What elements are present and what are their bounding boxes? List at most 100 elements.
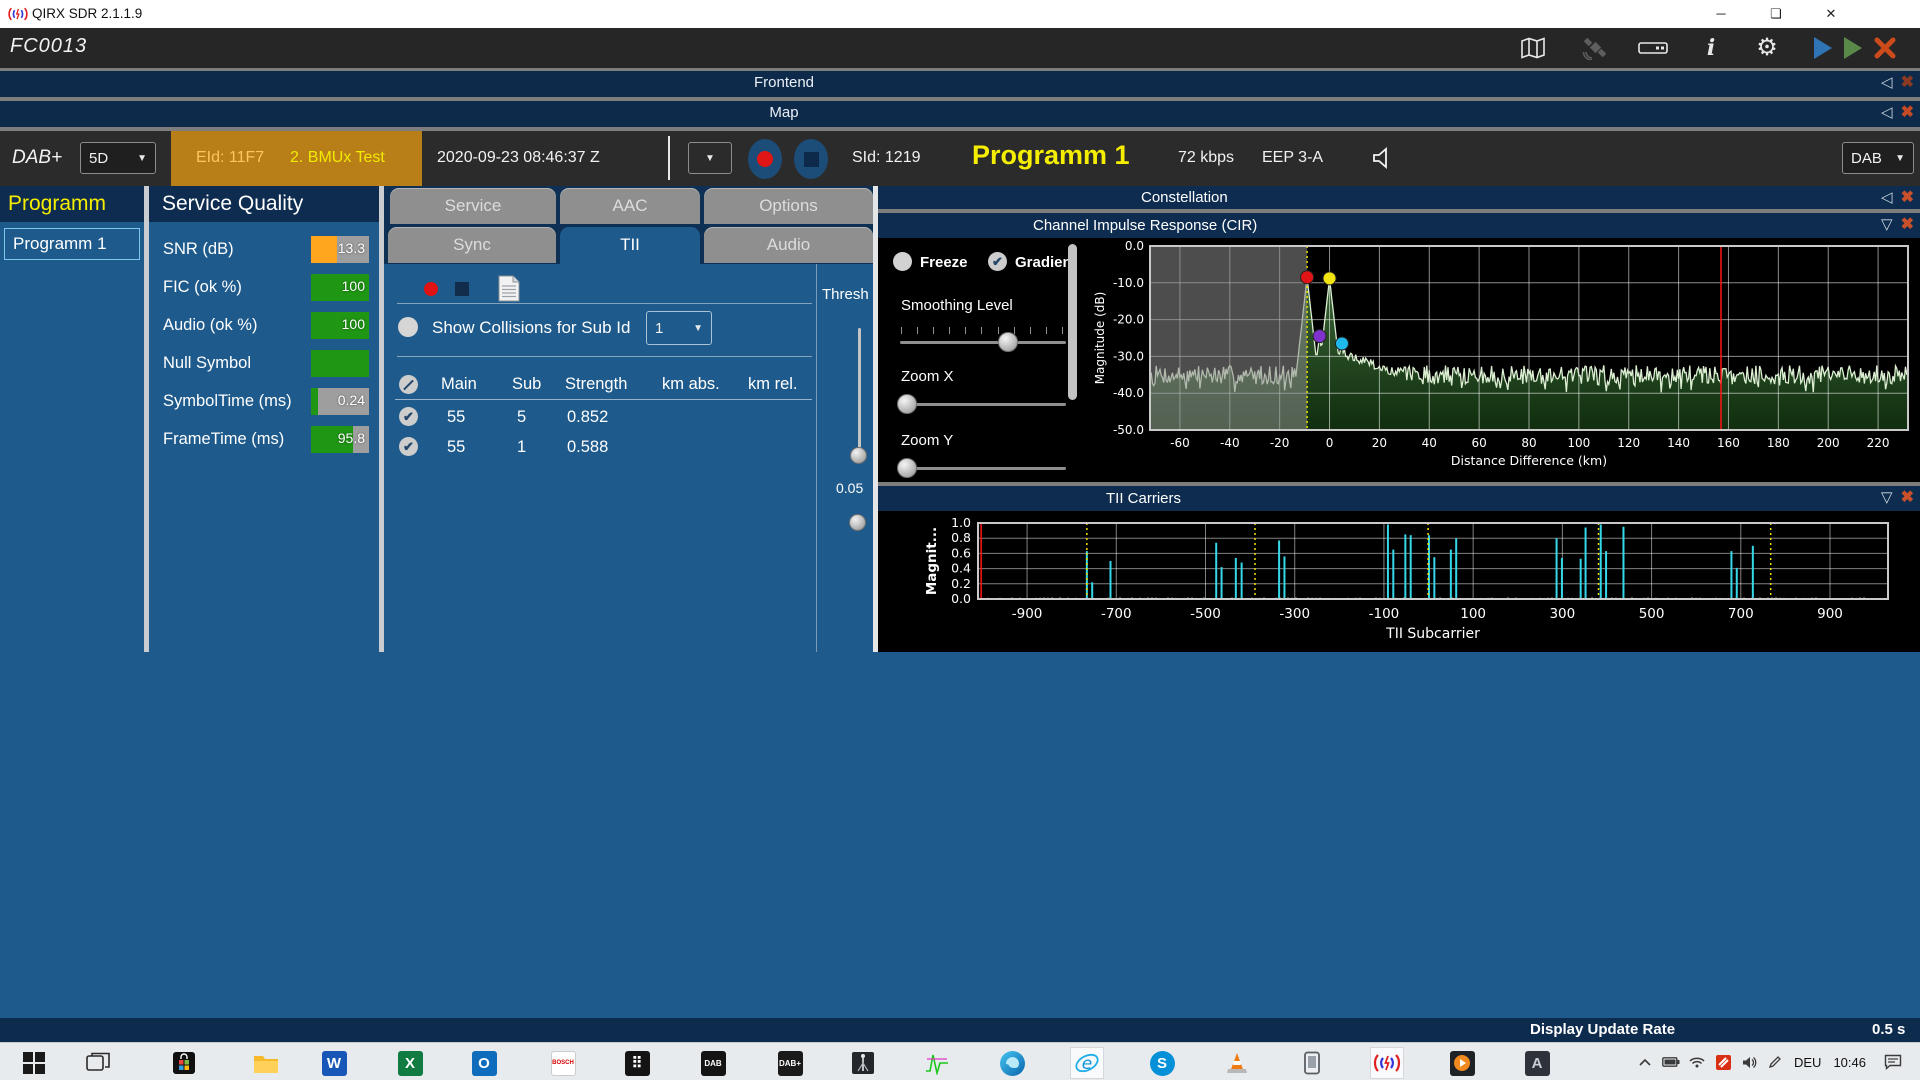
cir-chart[interactable]: 0.0-10.0-20.0-30.0-40.0-50.0-60-40-20020… — [1082, 238, 1920, 482]
satellite-icon[interactable] — [1580, 34, 1610, 62]
tab-service[interactable]: Service — [390, 188, 556, 224]
svg-text:-100: -100 — [1369, 606, 1400, 622]
taskbar-excel-icon[interactable]: X — [393, 1047, 427, 1079]
close-panel-icon[interactable]: ✖ — [1901, 187, 1914, 209]
taskbar-start-icon[interactable] — [17, 1047, 51, 1079]
taskbar-skype-icon[interactable]: S — [1145, 1047, 1179, 1079]
taskbar-edge-icon[interactable] — [995, 1047, 1029, 1079]
tab-sync[interactable]: Sync — [388, 227, 556, 263]
taskbar-app-audio-a-icon[interactable]: A — [1520, 1047, 1554, 1079]
play-blue-icon[interactable] — [1808, 34, 1838, 62]
taskbar-radio-dab-icon[interactable]: DAB — [696, 1047, 730, 1079]
band-select[interactable]: DAB▼ — [1842, 142, 1914, 174]
show-collisions-radio[interactable] — [398, 317, 418, 337]
play-green-icon[interactable] — [1838, 34, 1868, 62]
threshold-slider-handle[interactable] — [850, 447, 867, 464]
zoom-x-slider-handle[interactable] — [897, 394, 917, 414]
stop-button[interactable] — [794, 139, 828, 179]
sidebar-item-programm-1[interactable]: Programm 1 — [4, 228, 140, 260]
taskbar-dab-plus-icon[interactable]: DAB+ — [773, 1047, 807, 1079]
datetime-label: 2020-09-23 08:46:37 Z — [437, 149, 600, 167]
row-checkbox[interactable]: ✔ — [399, 407, 418, 426]
close-panel-icon[interactable]: ✖ — [1901, 102, 1914, 124]
taskbar-app-signal-icon[interactable] — [920, 1047, 954, 1079]
close-panel-icon[interactable]: ✖ — [1901, 72, 1914, 94]
svg-text:-40.0: -40.0 — [1113, 386, 1144, 400]
taskbar-app-antenna-icon[interactable] — [846, 1047, 880, 1079]
svg-text:80: 80 — [1521, 436, 1536, 450]
taskbar-app-grid-icon[interactable]: ⠿ — [620, 1047, 654, 1079]
cir-controls-scrollbar[interactable] — [1068, 244, 1077, 400]
map-icon[interactable] — [1518, 34, 1548, 62]
notification-bubble-icon[interactable] — [1880, 1049, 1906, 1075]
record-dot-icon[interactable] — [424, 282, 438, 296]
tab-audio[interactable]: Audio — [704, 227, 873, 263]
taskbar-task-view-icon[interactable] — [81, 1047, 115, 1079]
zoom-y-slider-handle[interactable] — [897, 458, 917, 478]
collapse-down-icon[interactable]: ▽ — [1881, 487, 1893, 509]
smoothing-slider-track[interactable] — [900, 341, 1066, 344]
collapse-left-icon[interactable]: ◁ — [1881, 187, 1893, 209]
info-icon[interactable]: i — [1696, 34, 1726, 62]
clock[interactable]: 10:46 — [1827, 1055, 1872, 1070]
pen-icon[interactable] — [1762, 1049, 1788, 1075]
close-panel-icon[interactable]: ✖ — [1901, 214, 1914, 236]
chevron-up-icon[interactable] — [1632, 1049, 1658, 1075]
threshold-slider-track[interactable] — [858, 328, 861, 462]
record-button[interactable] — [748, 139, 782, 179]
freeze-radio[interactable] — [893, 252, 912, 271]
collapse-left-icon[interactable]: ◁ — [1881, 102, 1893, 124]
frontend-device-label: FC0013 — [10, 35, 87, 58]
tii-carriers-chart[interactable]: 1.00.80.60.40.20.0-900-700-500-300-10010… — [878, 511, 1920, 652]
taskbar-store-icon[interactable] — [167, 1047, 201, 1079]
cell-strength: 0.852 — [567, 408, 608, 427]
ensemble-name: 2. BMUx Test — [290, 149, 385, 167]
close-button[interactable]: ✕ — [1808, 0, 1854, 28]
tab-tii[interactable]: TII — [560, 227, 700, 265]
taskbar-app-device-icon[interactable] — [1295, 1047, 1329, 1079]
taskbar-app-media-icon[interactable] — [1445, 1047, 1479, 1079]
close-panel-icon[interactable]: ✖ — [1901, 487, 1914, 509]
threshold-value: 0.05 — [836, 480, 863, 496]
bar-fill — [311, 388, 318, 415]
smoothing-ruler — [901, 327, 1063, 334]
cell-sub: 1 — [517, 438, 526, 457]
collapse-left-icon[interactable]: ◁ — [1881, 72, 1893, 94]
network-icon[interactable] — [1684, 1049, 1710, 1075]
gear-icon[interactable]: ⚙ — [1752, 34, 1782, 62]
taskbar-qirx-icon[interactable] — [1370, 1047, 1404, 1079]
stop-square-icon — [804, 152, 819, 167]
taskbar-outlook-icon[interactable]: O — [467, 1047, 501, 1079]
row-checkbox[interactable]: ✔ — [399, 437, 418, 456]
memory-stick-icon[interactable] — [1638, 34, 1668, 62]
maximize-button[interactable]: ❏ — [1753, 0, 1799, 28]
close-x-icon[interactable] — [1870, 34, 1900, 62]
language-indicator[interactable]: DEU — [1788, 1055, 1827, 1070]
zoom-x-slider-track[interactable] — [900, 403, 1066, 406]
minimize-button[interactable]: ─ — [1698, 0, 1744, 28]
channel-select[interactable]: 5D▼ — [80, 142, 156, 174]
taskbar-file-explorer-icon[interactable] — [249, 1047, 283, 1079]
speaker-icon[interactable] — [1368, 144, 1396, 177]
select-none-icon[interactable] — [399, 375, 418, 394]
smoothing-slider-handle[interactable] — [998, 332, 1018, 352]
tab-options[interactable]: Options — [704, 188, 873, 224]
svg-text:200: 200 — [1817, 436, 1840, 450]
service-quality-panel: Service Quality SNR (dB)13.3FIC (ok %)10… — [149, 186, 379, 652]
record-dropdown-button[interactable]: ▼ — [688, 142, 732, 174]
taskbar-word-icon[interactable]: W — [317, 1047, 351, 1079]
remote-red-icon[interactable] — [1710, 1049, 1736, 1075]
volume-icon[interactable] — [1736, 1049, 1762, 1075]
taskbar-vlc-icon[interactable] — [1220, 1047, 1254, 1079]
extra-slider-handle[interactable] — [849, 514, 866, 531]
zoom-y-slider-track[interactable] — [900, 467, 1066, 470]
taskbar-bosch-icon[interactable]: BOSCH — [546, 1047, 580, 1079]
collapse-down-icon[interactable]: ▽ — [1881, 214, 1893, 236]
stop-square-icon[interactable] — [455, 282, 469, 296]
taskbar-internet-explorer-icon[interactable]: e — [1070, 1047, 1104, 1079]
battery-icon[interactable] — [1658, 1049, 1684, 1075]
svg-text:0.8: 0.8 — [951, 530, 971, 545]
sub-id-select[interactable]: 1▼ — [646, 311, 712, 345]
gradient-checkbox[interactable]: ✔ — [988, 252, 1007, 271]
tab-aac[interactable]: AAC — [560, 188, 700, 224]
